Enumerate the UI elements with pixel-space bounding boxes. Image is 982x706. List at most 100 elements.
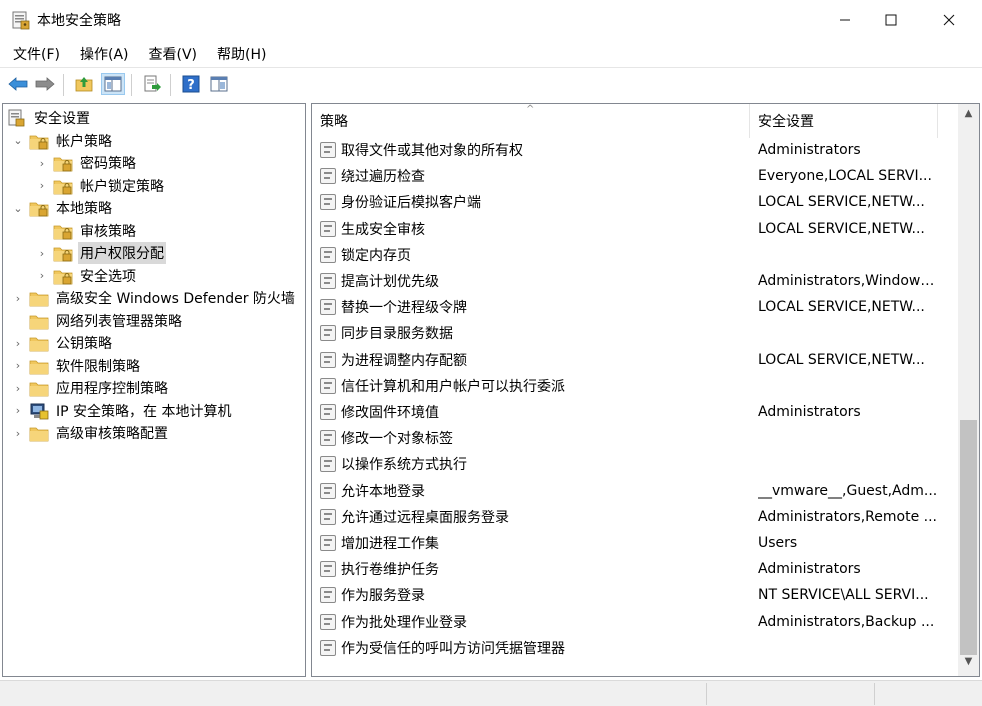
chevron-right-icon[interactable]: ›: [11, 427, 25, 440]
tree-item[interactable]: ⌄ 本地策略: [11, 197, 114, 219]
policy-setting: Users: [758, 535, 798, 551]
tree-item[interactable]: › 高级审核策略配置: [11, 422, 170, 444]
menu-help[interactable]: 帮助(H): [210, 40, 273, 66]
policy-row[interactable]: 绕过遍历检查 Everyone,LOCAL SERVI...: [312, 163, 957, 189]
menu-bar: 文件(F) 操作(A) 查看(V) 帮助(H): [0, 40, 982, 66]
help-button[interactable]: ?: [179, 73, 203, 95]
help-icon: ?: [182, 75, 200, 93]
policy-row[interactable]: 执行卷维护任务 Administrators: [312, 556, 957, 582]
policy-name: 增加进程工作集: [341, 536, 439, 552]
scroll-up-arrow-icon[interactable]: ▲: [958, 108, 979, 126]
tree-item[interactable]: › IP 安全策略，在 本地计算机: [11, 400, 233, 422]
folder-icon: [29, 292, 49, 307]
tree-item[interactable]: ⌄ 帐户策略: [11, 130, 114, 152]
column-header-setting-label: 安全设置: [758, 114, 814, 130]
policy-row[interactable]: 允许本地登录 __vmware__,Guest,Adm...: [312, 478, 957, 504]
chevron-right-icon[interactable]: ›: [11, 382, 25, 395]
policy-list[interactable]: ^ 策略 安全设置 取得文件或其他对象的所有权 Administrators 绕过遍…: [311, 103, 980, 677]
forward-button[interactable]: [33, 73, 57, 95]
up-folder-button[interactable]: [72, 73, 96, 95]
policy-setting: Everyone,LOCAL SERVI...: [758, 168, 932, 185]
tree-item[interactable]: › 帐户锁定策略: [35, 175, 166, 197]
toolbar-separator: [131, 74, 132, 96]
tree-item-label: 审核策略: [80, 223, 136, 240]
properties-button[interactable]: [207, 73, 231, 95]
maximize-button[interactable]: [868, 0, 914, 40]
policy-row[interactable]: 同步目录服务数据: [312, 320, 957, 346]
chevron-right-icon[interactable]: ›: [35, 179, 49, 192]
menu-action[interactable]: 操作(A): [73, 40, 136, 66]
menu-view[interactable]: 查看(V): [142, 40, 205, 66]
tree-item[interactable]: › 高级安全 Windows Defender 防火墙: [11, 287, 297, 309]
show-hide-tree-button[interactable]: [101, 73, 125, 95]
policy-row[interactable]: 信任计算机和用户帐户可以执行委派: [312, 373, 957, 399]
policy-row[interactable]: 修改一个对象标签: [312, 425, 957, 451]
folder-icon: [29, 315, 49, 329]
status-divider: [706, 683, 707, 705]
policy-icon: [320, 194, 336, 211]
back-button[interactable]: [6, 73, 30, 95]
policy-icon: [320, 482, 336, 499]
chevron-right-icon[interactable]: ›: [11, 404, 25, 417]
policy-icon: [320, 561, 336, 578]
column-divider[interactable]: [937, 104, 938, 138]
policy-row[interactable]: 修改固件环境值 Administrators: [312, 399, 957, 425]
policy-row[interactable]: 作为服务登录 NT SERVICE\ALL SERVI...: [312, 582, 957, 608]
policy-name: 作为受信任的呼叫方访问凭据管理器: [341, 640, 565, 657]
policy-icon: [320, 325, 336, 342]
chevron-right-icon[interactable]: ›: [11, 292, 25, 305]
title-bar: 本地安全策略: [0, 0, 982, 40]
vertical-scrollbar[interactable]: ▲ ▼: [958, 104, 979, 676]
policy-row[interactable]: 替换一个进程级令牌 LOCAL SERVICE,NETW...: [312, 294, 957, 320]
console-tree[interactable]: 安全设置 ⌄ 帐户策略 › 密码策略 › 帐户锁定策略 ⌄ 本地策略审核策略 › 用户权限分配 › 安全…: [2, 103, 306, 677]
tree-item[interactable]: › 密码策略: [35, 152, 138, 174]
chevron-right-icon[interactable]: ›: [35, 247, 49, 260]
tree-item[interactable]: › 软件限制策略: [11, 355, 142, 377]
policy-name: 绕过遍历检查: [341, 169, 425, 186]
tree-item[interactable]: › 用户权限分配: [35, 242, 166, 264]
tree-item[interactable]: 审核策略: [35, 220, 138, 242]
status-bar: [0, 680, 982, 706]
tree-item[interactable]: › 安全选项: [35, 265, 138, 287]
column-header-setting[interactable]: 安全设置: [758, 104, 938, 138]
chevron-down-icon[interactable]: ⌄: [11, 202, 25, 215]
scrollbar-thumb[interactable]: [960, 420, 977, 655]
policy-row[interactable]: 增加进程工作集 Users: [312, 530, 957, 556]
chevron-down-icon[interactable]: ⌄: [11, 134, 25, 147]
local-security-policy-icon: [12, 11, 30, 30]
chevron-right-icon[interactable]: ›: [11, 359, 25, 372]
folder-lock-icon: [29, 135, 49, 149]
policy-row[interactable]: 作为批处理作业登录 Administrators,Backup ...: [312, 609, 957, 635]
policy-row[interactable]: 以操作系统方式执行: [312, 451, 957, 477]
policy-row[interactable]: 身份验证后模拟客户端 LOCAL SERVICE,NETW...: [312, 189, 957, 215]
column-header-policy[interactable]: 策略: [320, 104, 750, 138]
menu-file[interactable]: 文件(F): [6, 40, 67, 66]
policy-row[interactable]: 作为受信任的呼叫方访问凭据管理器: [312, 635, 957, 661]
tree-item[interactable]: › 公钥策略: [11, 332, 114, 354]
scroll-down-arrow-icon[interactable]: ▼: [958, 656, 979, 674]
tree-item[interactable]: 网络列表管理器策略: [11, 310, 184, 332]
export-list-button[interactable]: [140, 73, 164, 95]
policy-icon: [320, 299, 336, 316]
close-button[interactable]: [926, 0, 972, 40]
policy-row[interactable]: 取得文件或其他对象的所有权 Administrators: [312, 137, 957, 163]
policy-row[interactable]: 锁定内存页: [312, 242, 957, 268]
folder-icon: [29, 360, 49, 374]
tree-item[interactable]: 安全设置: [7, 107, 92, 129]
policy-row[interactable]: 允许通过远程桌面服务登录 Administrators,Remote ...: [312, 504, 957, 530]
tree-item-label: 高级安全 Windows Defender 防火墙: [56, 291, 295, 307]
minimize-button[interactable]: [822, 0, 868, 40]
policy-name: 替换一个进程级令牌: [341, 300, 467, 317]
column-divider[interactable]: [749, 104, 750, 138]
chevron-right-icon[interactable]: ›: [35, 157, 49, 170]
policy-setting: Administrators: [758, 561, 861, 578]
policy-row[interactable]: 提高计划优先级 Administrators,Window ...: [312, 268, 957, 294]
policy-setting: Administrators,Backup ...: [758, 613, 935, 630]
policy-row[interactable]: 生成安全审核 LOCAL SERVICE,NETW...: [312, 216, 957, 242]
chevron-right-icon[interactable]: ›: [35, 269, 49, 282]
policy-row[interactable]: 为进程调整内存配额 LOCAL SERVICE,NETW...: [312, 347, 957, 373]
back-icon: [8, 77, 28, 91]
chevron-right-icon[interactable]: ›: [11, 337, 25, 350]
folder-lock-icon: [53, 225, 73, 239]
tree-item[interactable]: › 应用程序控制策略: [11, 377, 170, 399]
